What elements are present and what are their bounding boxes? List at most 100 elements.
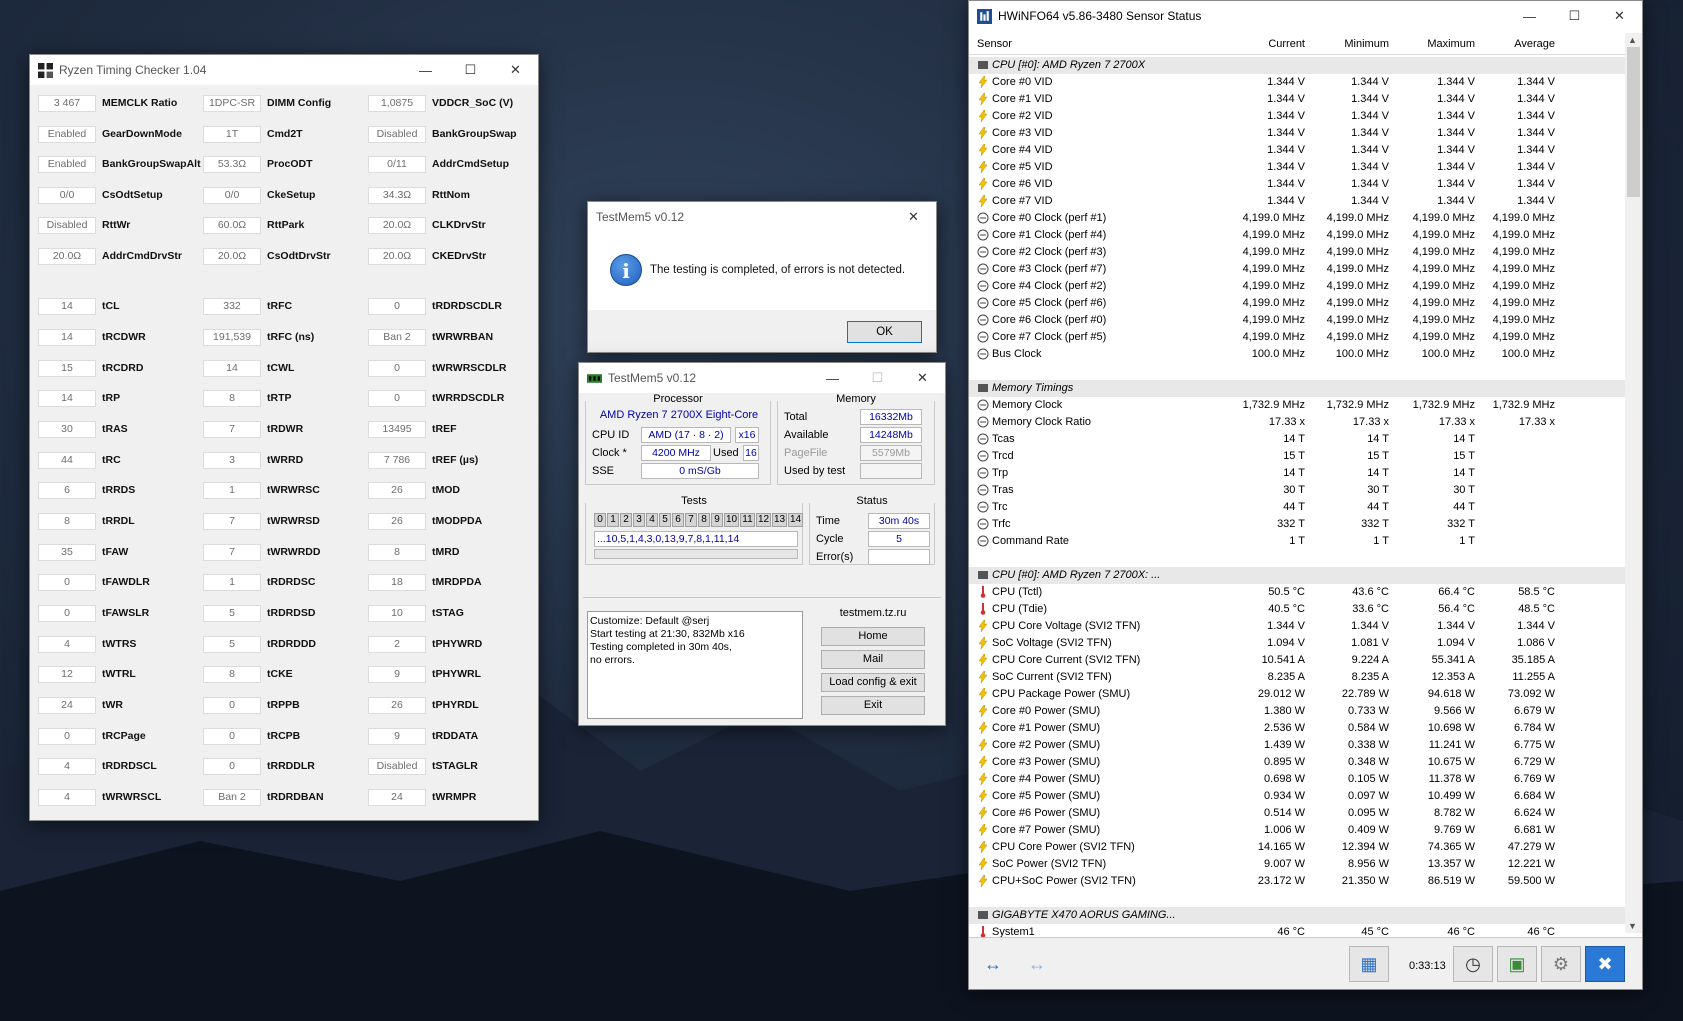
sensor-row[interactable]: CPU+SoC Power (SVI2 TFN) 23.172 W 21.350 W… [969,873,1625,890]
close-sensors-icon[interactable]: ✖ [1585,946,1625,982]
scroll-up-icon[interactable]: ▲ [1628,35,1637,45]
clock-icon[interactable]: ◷ [1453,946,1493,982]
sensor-row[interactable]: Trc 44 T 44 T 44 T [969,499,1625,516]
sensor-row[interactable]: Tras 30 T 30 T 30 T [969,482,1625,499]
sensor-row[interactable]: Core #1 VID 1.344 V 1.344 V 1.344 V 1.344 V [969,91,1625,108]
sensor-row[interactable]: Core #3 Clock (perf #7) 4,199.0 MHz 4,199.… [969,261,1625,278]
sensor-row[interactable]: Core #0 Clock (perf #1) 4,199.0 MHz 4,199.… [969,210,1625,227]
testmem-minimize-button[interactable]: — [810,363,855,393]
header-minimum[interactable]: Minimum [1309,38,1389,50]
sensor-row[interactable]: Core #7 Power (SMU) 1.006 W 0.409 W 9.769 W… [969,822,1625,839]
sensor-row[interactable]: SoC Power (SVI2 TFN) 9.007 W 8.956 W 13.357… [969,856,1625,873]
sensor-row[interactable]: SoC Voltage (SVI2 TFN) 1.094 V 1.081 V 1.09… [969,635,1625,652]
sensor-name: Core #6 Power (SMU) [992,807,1101,819]
sensor-name: Core #2 VID [992,110,1053,122]
dialog-close-button[interactable]: ✕ [891,202,936,232]
sensor-row[interactable]: CPU (Tdie) 40.5 °C 33.6 °C 56.4 °C 48.5 °C [969,601,1625,618]
gear-icon[interactable]: ⚙ [1541,946,1581,982]
sensor-row[interactable]: Core #4 VID 1.344 V 1.344 V 1.344 V 1.344 V [969,142,1625,159]
pagefile-label: PageFile [784,447,828,459]
sensor-row[interactable]: Core #7 VID 1.344 V 1.344 V 1.344 V 1.344 V [969,193,1625,210]
hwinfo-close-button[interactable]: ✕ [1597,1,1642,31]
minimum-value: 14 T [1367,467,1389,479]
lightning-icon [977,143,989,157]
testmem-close-button[interactable]: ✕ [900,363,945,393]
sensor-row[interactable]: Command Rate 1 T 1 T 1 T [969,533,1625,550]
testmem-title-bar[interactable]: TestMem5 v0.12 — ☐ ✕ [579,363,945,393]
sensor-group-header[interactable]: CPU [#0]: AMD Ryzen 7 2700X: ... [969,567,1625,584]
sensor-group-header[interactable]: Memory Timings [969,380,1625,397]
add-report-icon[interactable]: ▣ [1497,946,1537,982]
scroll-down-icon[interactable]: ▼ [1628,921,1637,931]
sensor-row[interactable]: Memory Clock 1,732.9 MHz 1,732.9 MHz 1,732.… [969,397,1625,414]
sensor-row[interactable]: Core #7 Clock (perf #5) 4,199.0 MHz 4,199.… [969,329,1625,346]
sensor-row[interactable]: CPU Core Current (SVI2 TFN) 10.541 A 9.224… [969,652,1625,669]
header-average[interactable]: Average [1479,38,1555,50]
minimum-value: 14 T [1367,433,1389,445]
sensor-row[interactable]: Core #1 Power (SMU) 2.536 W 0.584 W 10.698 … [969,720,1625,737]
sensor-group-header[interactable]: GIGABYTE X470 AORUS GAMING... [969,907,1625,924]
sensor-row[interactable]: Core #5 VID 1.344 V 1.344 V 1.344 V 1.344 V [969,159,1625,176]
home-button[interactable]: Home [821,627,925,646]
expand-arrows-icon[interactable]: ↔ [1017,946,1057,982]
maximize-button[interactable]: ☐ [448,55,493,85]
header-sensor[interactable]: Sensor [977,38,1012,50]
timing-value: 24 [368,789,426,806]
sensor-row[interactable]: Core #2 Clock (perf #3) 4,199.0 MHz 4,199.… [969,244,1625,261]
maximum-value: 1.344 V [1437,178,1475,190]
sensor-row[interactable]: Core #6 VID 1.344 V 1.344 V 1.344 V 1.344 V [969,176,1625,193]
sensor-row[interactable]: Core #5 Clock (perf #6) 4,199.0 MHz 4,199.… [969,295,1625,312]
sensor-row[interactable]: CPU Core Voltage (SVI2 TFN) 1.344 V 1.344 … [969,618,1625,635]
header-current[interactable]: Current [1199,38,1305,50]
dialog-title-bar[interactable]: TestMem5 v0.12 ✕ [588,202,936,232]
sensor-row[interactable]: Bus Clock 100.0 MHz 100.0 MHz 100.0 MHz 100.… [969,346,1625,363]
sensor-row[interactable]: Core #5 Power (SMU) 0.934 W 0.097 W 10.499 … [969,788,1625,805]
exit-button[interactable]: Exit [821,696,925,715]
sensor-row[interactable]: Core #0 VID 1.344 V 1.344 V 1.344 V 1.344 V [969,74,1625,91]
sensor-row[interactable]: Core #6 Power (SMU) 0.514 W 0.095 W 8.782 W… [969,805,1625,822]
time-field: 30m 40s [868,513,930,529]
timing-label: tWRWRSCDLR [432,361,507,374]
clock-icon [977,280,989,292]
sensor-row[interactable]: Trfc 332 T 332 T 332 T [969,516,1625,533]
sensor-name: Core #1 Clock (perf #4) [992,229,1107,241]
timing-value: 30 [38,421,96,438]
sensor-row[interactable]: Trcd 15 T 15 T 15 T [969,448,1625,465]
sensor-row[interactable]: Core #1 Clock (perf #4) 4,199.0 MHz 4,199.… [969,227,1625,244]
network-icon[interactable]: ▦ [1349,946,1389,982]
sensor-row[interactable]: Core #2 VID 1.344 V 1.344 V 1.344 V 1.344 V [969,108,1625,125]
log-box[interactable]: Customize: Default @serj Start testing a… [587,611,803,719]
sensor-row[interactable]: CPU (Tctl) 50.5 °C 43.6 °C 66.4 °C 58.5 °C [969,584,1625,601]
ok-button[interactable]: OK [847,321,922,343]
sensor-row[interactable]: Memory Clock Ratio 17.33 x 17.33 x 17.33 x 1… [969,414,1625,431]
close-button[interactable]: ✕ [493,55,538,85]
title-bar[interactable]: Ryzen Timing Checker 1.04 — ☐ ✕ [30,55,538,85]
sensor-row[interactable]: Core #3 Power (SMU) 0.895 W 0.348 W 10.675 … [969,754,1625,771]
header-maximum[interactable]: Maximum [1393,38,1475,50]
hwinfo-title-bar[interactable]: HWiNFO64 v5.86-3480 Sensor Status — ☐ ✕ [969,1,1642,31]
sensor-row[interactable]: Core #6 Clock (perf #0) 4,199.0 MHz 4,199.… [969,312,1625,329]
sensor-row[interactable]: Tcas 14 T 14 T 14 T [969,431,1625,448]
sensor-group-header[interactable]: CPU [#0]: AMD Ryzen 7 2700X [969,57,1625,74]
sensor-row[interactable]: CPU Package Power (SMU) 29.012 W 22.789 W 9… [969,686,1625,703]
sensor-row[interactable]: Core #4 Clock (perf #2) 4,199.0 MHz 4,199.… [969,278,1625,295]
sensor-row[interactable]: Core #2 Power (SMU) 1.439 W 0.338 W 11.241 … [969,737,1625,754]
load-config-exit-button[interactable]: Load config & exit [821,673,925,692]
scroll-thumb[interactable] [1627,47,1640,197]
collapse-arrows-icon[interactable]: ↔ [973,946,1013,982]
sensor-row[interactable]: Core #0 Power (SMU) 1.380 W 0.733 W 9.566 W… [969,703,1625,720]
sensor-row[interactable]: SoC Current (SVI2 TFN) 8.235 A 8.235 A 12.3… [969,669,1625,686]
minimize-button[interactable]: — [403,55,448,85]
sensor-row[interactable]: Trp 14 T 14 T 14 T [969,465,1625,482]
timing-label: tWRWRSD [267,515,320,527]
vertical-scrollbar[interactable]: ▲ ▼ [1625,33,1642,933]
current-value: 100.0 MHz [1251,348,1305,360]
hwinfo-minimize-button[interactable]: — [1507,1,1552,31]
sensor-row[interactable]: CPU Core Power (SVI2 TFN) 14.165 W 12.394 … [969,839,1625,856]
mail-button[interactable]: Mail [821,650,925,669]
clock-icon [977,535,989,547]
sensor-row[interactable]: Core #4 Power (SMU) 0.698 W 0.105 W 11.378 … [969,771,1625,788]
hwinfo-maximize-button[interactable]: ☐ [1552,1,1597,31]
sensor-row[interactable]: Core #3 VID 1.344 V 1.344 V 1.344 V 1.344 V [969,125,1625,142]
sensor-list[interactable]: CPU [#0]: AMD Ryzen 7 2700X Core #0 VID 1.… [969,57,1625,941]
